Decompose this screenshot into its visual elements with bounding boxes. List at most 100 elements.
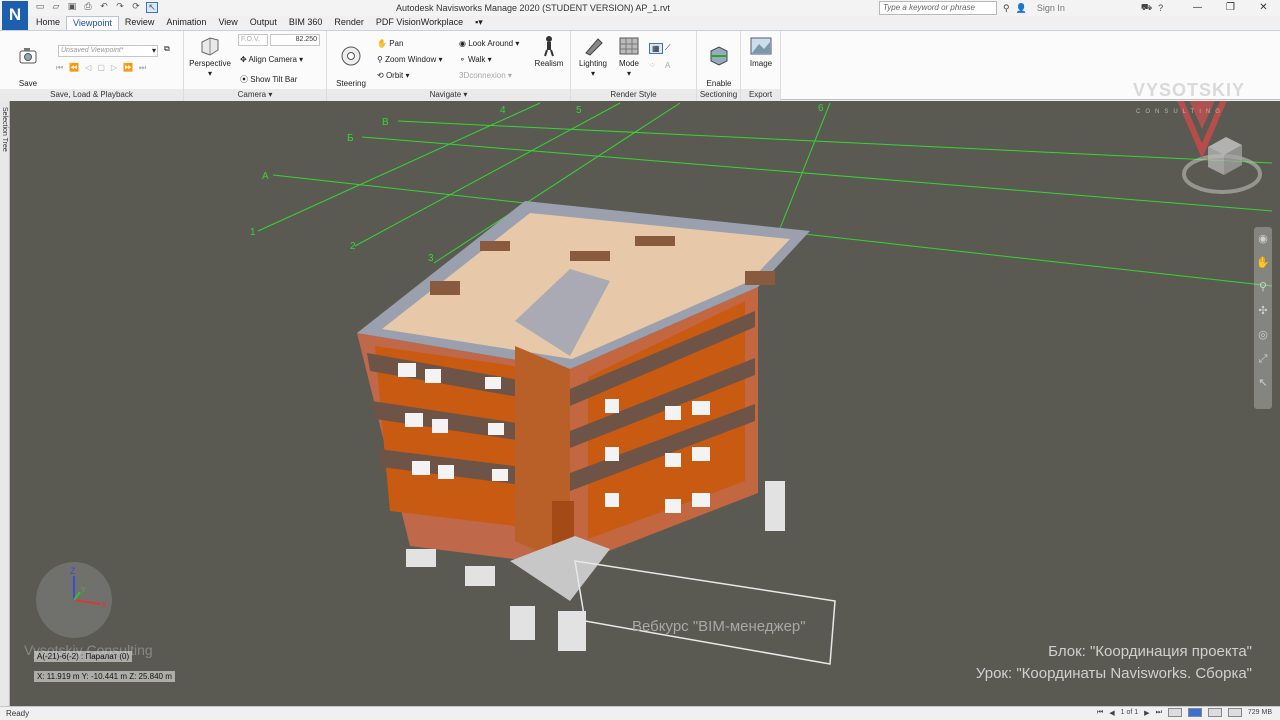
tab-viewpoint[interactable]: Viewpoint <box>66 16 119 30</box>
lighting-button[interactable]: Lighting ▾ <box>575 35 611 79</box>
panel-title-sectioning: Sectioning <box>697 89 740 101</box>
restore-icon[interactable]: ❐ <box>1214 0 1247 16</box>
tab-home[interactable]: Home <box>30 16 66 30</box>
page-nav-next-icon[interactable]: ▶ <box>1144 709 1149 717</box>
ribbon-tabs: Home Viewpoint Review Animation View Out… <box>30 16 489 30</box>
grid-label-4: 4 <box>500 105 506 116</box>
pan-button[interactable]: ✋ Pan <box>377 39 403 48</box>
tab-output[interactable]: Output <box>244 16 283 30</box>
minimize-icon[interactable]: — <box>1181 0 1214 16</box>
grid-label-v: В <box>382 117 389 128</box>
grid-label-b: Б <box>347 133 354 144</box>
render-style-point-icon[interactable]: ⁘ <box>649 61 656 70</box>
sectioning-panel: Enable Sectioning Sectioning <box>697 31 741 101</box>
refresh-icon[interactable]: ⟳ <box>130 2 142 13</box>
building-model-scene[interactable]: А Б В 1 2 3 4 5 6 <box>10 101 1280 706</box>
close-icon[interactable]: ✕ <box>1247 0 1280 16</box>
zoom-icon[interactable]: ⚲ <box>1254 275 1272 299</box>
camera-icon <box>19 48 37 64</box>
page-nav-prev-icon[interactable]: ◀ <box>1109 709 1114 717</box>
cart-icon[interactable]: ⛟ <box>1141 2 1152 14</box>
help-search-input[interactable]: Type a keyword or phrase <box>879 1 997 15</box>
render-style-panel: Lighting ▾ Mode ▾ ▦ ⟋ ⁘ A Render Style <box>571 31 697 101</box>
fov-value-field[interactable]: 82.250 <box>270 34 320 46</box>
tab-animation[interactable]: Animation <box>160 16 212 30</box>
tab-pdf-visionworkplace[interactable]: PDF VisionWorkplace <box>370 16 469 30</box>
pan-hand-icon[interactable]: ✋ <box>1254 251 1272 275</box>
3dconnexion-button[interactable]: 3Dconnexion ▾ <box>459 71 512 80</box>
selection-tree-collapsed-tab[interactable]: Selection Tree <box>0 101 10 706</box>
grid-label-a: А <box>262 171 269 182</box>
show-tilt-bar-button[interactable]: ⦿ Show Tilt Bar <box>240 74 297 85</box>
mode-button[interactable]: Mode ▾ <box>613 35 645 79</box>
tab-review[interactable]: Review <box>119 16 161 30</box>
tab-view[interactable]: View <box>212 16 243 30</box>
walk-icon[interactable]: ⤢ <box>1254 347 1272 371</box>
save-icon[interactable]: ▣ <box>66 2 78 13</box>
viewpoint-settings-icon[interactable]: ⧉ <box>164 44 170 54</box>
perspective-button[interactable]: Perspective ▾ <box>188 35 232 79</box>
page-nav-first-icon[interactable]: ⏮ <box>1097 709 1103 717</box>
realism-button[interactable]: Realism <box>531 35 567 69</box>
tab-bim360[interactable]: BIM 360 <box>283 16 329 30</box>
3d-viewport[interactable]: А Б В 1 2 3 4 5 6 ◉ ✋ ⚲ ✣ ◎ ⤢ ↖ Блок: "К… <box>10 101 1280 706</box>
axis-y-label: Y <box>81 587 86 594</box>
select-icon[interactable]: ↖ <box>1254 371 1272 395</box>
section-cube-icon <box>710 46 728 66</box>
look-around-button[interactable]: ◉ Look Around ▾ <box>459 39 519 48</box>
render-style-text-icon[interactable]: A <box>665 61 670 70</box>
ramp-railing <box>574 560 836 665</box>
ribbon-options-icon[interactable]: ▪▾ <box>469 16 489 30</box>
brand-name-text: VYSOTSKIY <box>1133 80 1246 100</box>
panel-title-camera: Camera ▾ <box>184 89 326 101</box>
application-menu-button[interactable]: N <box>2 1 28 31</box>
status-text: Ready <box>6 709 30 718</box>
lesson-title: Урок: "Координаты Navisworks. Сборка" <box>975 665 1252 682</box>
tab-render[interactable]: Render <box>328 16 370 30</box>
print-icon[interactable]: ⎙ <box>82 2 94 13</box>
orbit-button[interactable]: ⟲ Orbit ▾ <box>377 71 410 80</box>
flashlight-icon <box>585 38 603 56</box>
fov-field[interactable]: F.O.V. <box>238 34 268 46</box>
render-style-box-icon[interactable]: ▦ <box>649 43 663 54</box>
render-mode-cube-icon <box>619 37 639 55</box>
align-camera-button[interactable]: ✥ Align Camera ▾ <box>240 55 303 64</box>
search-binoculars-icon[interactable]: ⚲ <box>1003 3 1010 14</box>
new-file-icon[interactable]: ▭ <box>34 2 46 13</box>
page-indicator: 1 of 1 <box>1120 709 1139 716</box>
status-icon-2 <box>1207 708 1222 717</box>
axis-z-label: Z <box>70 566 76 576</box>
page-nav-last-icon[interactable]: ⏭ <box>1156 709 1162 717</box>
render-style-line-icon[interactable]: ⟋ <box>665 43 671 53</box>
orbit-icon[interactable]: ✣ <box>1254 299 1272 323</box>
select-tool-icon[interactable]: ↖ <box>146 2 158 13</box>
look-icon[interactable]: ◎ <box>1254 323 1272 347</box>
vysotskiy-logo <box>1177 101 1227 159</box>
full-wheel-icon[interactable]: ◉ <box>1254 227 1272 251</box>
panel-title-render-style: Render Style <box>571 89 696 101</box>
person-icon <box>544 36 554 57</box>
redo-icon[interactable]: ↷ <box>114 2 126 13</box>
playback-controls[interactable]: ⏮⏪◁▢▷⏩⏭ <box>56 63 152 73</box>
help-icon[interactable]: ? <box>1158 3 1163 13</box>
grid-label-5: 5 <box>576 105 582 116</box>
block-title: Блок: "Координация проекта" <box>1048 643 1252 660</box>
undo-icon[interactable]: ↶ <box>98 2 110 13</box>
user-icon[interactable]: 👤 <box>1016 3 1027 14</box>
panel-title-save-load: Save, Load & Playback <box>0 89 183 101</box>
status-icon-3 <box>1227 708 1242 717</box>
axis-x-label: X <box>101 600 107 610</box>
save-load-panel: Save Viewpoint Unsaved Viewpoint* ▾ ⧉ ⏮⏪… <box>0 31 184 101</box>
open-file-icon[interactable]: ▱ <box>50 2 62 13</box>
quick-access-toolbar: ▭ ▱ ▣ ⎙ ↶ ↷ ⟳ ↖ <box>34 2 158 13</box>
sign-in-link[interactable]: Sign In <box>1037 3 1065 13</box>
sheet-browser-icon[interactable] <box>1167 708 1182 717</box>
grid-label-1: 1 <box>250 227 256 238</box>
axis-gizmo: Z X Y <box>36 562 112 638</box>
viewpoint-combo[interactable]: Unsaved Viewpoint* <box>58 45 158 57</box>
image-export-button[interactable]: Image <box>743 35 779 69</box>
zoom-window-button[interactable]: ⚲ Zoom Window ▾ <box>377 55 442 64</box>
walk-button[interactable]: ⚬ Walk ▾ <box>459 55 492 64</box>
chevron-down-icon[interactable]: ▾ <box>152 46 156 55</box>
panel-title-navigate: Navigate ▾ <box>327 89 570 101</box>
